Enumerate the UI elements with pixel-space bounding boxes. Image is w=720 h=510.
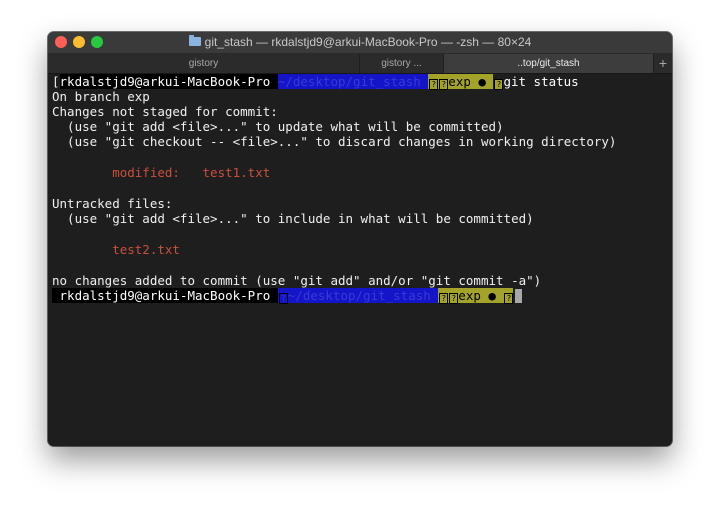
unknown-glyph-icon: ?: [504, 293, 514, 304]
unknown-glyph-icon: ?: [449, 293, 459, 304]
prompt-git-segment: ?? exp ●: [428, 74, 494, 90]
folder-icon: [188, 35, 201, 46]
output-on-branch: On branch exp: [52, 89, 150, 104]
plus-icon: +: [658, 55, 668, 71]
terminal-window: git_stash — rkdalstjd9@arkui-MacBook-Pro…: [48, 32, 672, 446]
output-hint-checkout: (use "git checkout -- <file>..." to disc…: [52, 134, 617, 149]
new-tab-button[interactable]: +: [654, 54, 672, 73]
prompt-path: ~/desktop/git_stash: [287, 288, 439, 303]
output-not-staged-header: Changes not staged for commit:: [52, 104, 278, 119]
terminal-content[interactable]: [rkdalstjd9@arkui-MacBook-Pro ~/desktop/…: [48, 74, 672, 446]
unknown-glyph-icon: ?: [429, 79, 439, 90]
prompt-line-1: [rkdalstjd9@arkui-MacBook-Pro ~/desktop/…: [52, 74, 579, 90]
prompt-path-segment: ? ~/desktop/git_stash: [277, 288, 439, 304]
tab-bar: gistory gistory ... ..top/git_stash +: [48, 54, 672, 74]
tab-gistory[interactable]: gistory: [48, 54, 360, 73]
title-bar[interactable]: git_stash — rkdalstjd9@arkui-MacBook-Pro…: [48, 32, 672, 54]
output-hint-add: (use "git add <file>..." to update what …: [52, 119, 504, 134]
prompt-open-bracket: [: [52, 74, 60, 89]
output-untracked-header: Untracked files:: [52, 196, 173, 211]
prompt-branch: exp ●: [458, 288, 504, 303]
unknown-glyph-icon: ?: [439, 293, 449, 304]
output-modified-file: modified: test1.txt: [52, 165, 271, 180]
unknown-glyph-icon: ?: [278, 293, 288, 304]
output-hint-untracked: (use "git add <file>..." to include in w…: [52, 211, 534, 226]
tab-git-stash-active[interactable]: ..top/git_stash: [444, 54, 654, 73]
unknown-glyph-icon: ?: [439, 79, 449, 90]
prompt-path-segment: ~/desktop/git_stash: [277, 74, 429, 89]
window-title: git_stash — rkdalstjd9@arkui-MacBook-Pro…: [204, 35, 532, 49]
prompt-command: git status: [503, 74, 579, 89]
prompt-user-segment: rkdalstjd9@arkui-MacBook-Pro: [52, 288, 278, 303]
prompt-line-2: rkdalstjd9@arkui-MacBook-Pro ? ~/desktop/…: [52, 288, 523, 304]
tab-gistory-2[interactable]: gistory ...: [360, 54, 444, 73]
text-cursor: [515, 289, 523, 303]
output-untracked-file: test2.txt: [52, 242, 180, 257]
window-title-wrap: git_stash — rkdalstjd9@arkui-MacBook-Pro…: [48, 35, 672, 49]
prompt-branch: exp ●: [448, 74, 494, 89]
output-no-changes: no changes added to commit (use "git add…: [52, 273, 542, 288]
prompt-user-segment: rkdalstjd9@arkui-MacBook-Pro: [59, 74, 278, 89]
prompt-git-segment: ?? exp ● ?: [438, 288, 514, 304]
